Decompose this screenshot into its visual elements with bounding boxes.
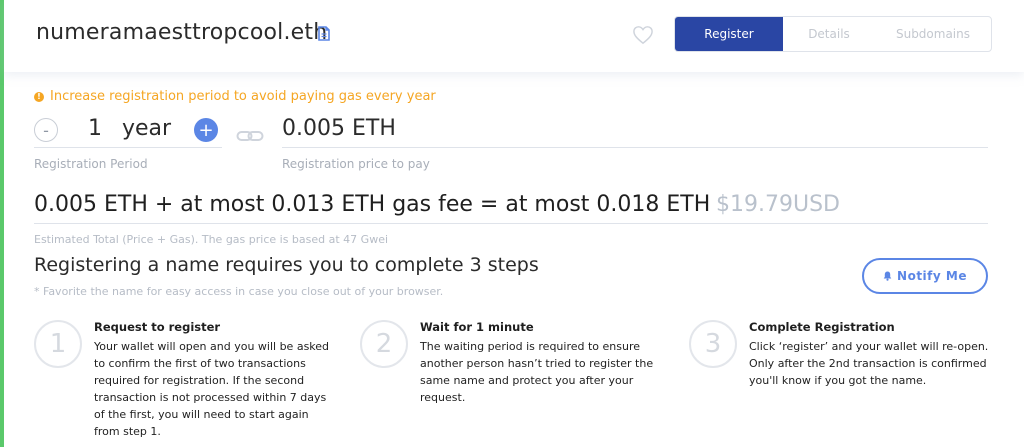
period-unit: year — [122, 116, 172, 141]
copy-icon[interactable] — [318, 26, 330, 41]
bell-icon — [883, 271, 892, 281]
step-description: The waiting period is required to ensure… — [420, 340, 654, 404]
total-usd-text: $19.79USD — [716, 192, 840, 217]
registration-period-stepper: - 1 year + — [34, 112, 222, 148]
heart-icon[interactable] — [632, 25, 654, 45]
steps-title: Registering a name requires you to compl… — [34, 254, 539, 276]
step-number: 3 — [689, 320, 737, 368]
increase-period-button[interactable]: + — [194, 118, 218, 142]
step-description: Click ‘register’ and your wallet will re… — [749, 340, 989, 387]
notify-me-label: Notify Me — [897, 269, 967, 283]
total-note: Estimated Total (Price + Gas). The gas p… — [34, 233, 389, 246]
domain-name: numeramaesttropcool.eth — [36, 20, 328, 45]
domain-header: numeramaesttropcool.eth Register Details… — [4, 0, 1024, 72]
favorite-note: * Favorite the name for easy access in c… — [34, 285, 444, 298]
tab-register[interactable]: Register — [675, 17, 783, 51]
price-value: 0.005 ETH — [282, 116, 396, 141]
warning-icon: ! — [34, 91, 44, 102]
tab-details[interactable]: Details — [783, 17, 875, 51]
tab-subdomains[interactable]: Subdomains — [875, 17, 991, 51]
period-label: Registration Period — [34, 157, 148, 171]
step-title: Request to register — [94, 320, 221, 334]
step-number: 2 — [360, 320, 408, 368]
step-title: Wait for 1 minute — [420, 320, 534, 334]
step-title: Complete Registration — [749, 320, 895, 334]
warning-text: Increase registration period to avoid pa… — [50, 89, 436, 104]
total-eth-text: 0.005 ETH + at most 0.013 ETH gas fee = … — [34, 192, 711, 217]
period-years-value: 1 — [88, 116, 102, 141]
estimated-total: 0.005 ETH + at most 0.013 ETH gas fee = … — [34, 192, 988, 224]
step-number: 1 — [34, 320, 82, 368]
step-description: Your wallet will open and you will be as… — [94, 340, 330, 438]
link-icon — [236, 131, 264, 141]
gas-warning: ! Increase registration period to avoid … — [34, 89, 436, 104]
decrease-period-button[interactable]: - — [34, 118, 58, 142]
registration-price: 0.005 ETH — [282, 112, 988, 148]
price-label: Registration price to pay — [282, 157, 430, 171]
notify-me-button[interactable]: Notify Me — [862, 258, 988, 294]
tab-bar: Register Details Subdomains — [674, 16, 992, 52]
